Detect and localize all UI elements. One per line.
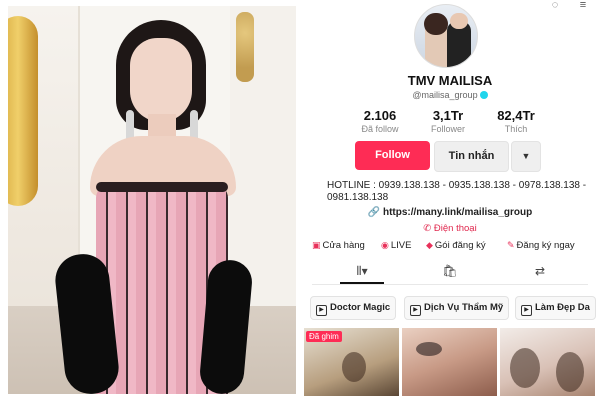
playlist-label: Dịch Vụ Thẩm Mỹ (424, 302, 504, 313)
shortcut-bar: ▣ Cửa hàng ◉ LIVE ◆ Gói đăng ký ✎ Đăng ký ng… (312, 240, 596, 254)
thumbnail-subject (556, 352, 584, 392)
playlist-chip[interactable]: ▶ Làm Đẹp Da (515, 296, 596, 320)
tab-shop[interactable]: 🛍 (430, 264, 470, 278)
video-thumbnail[interactable]: Đã ghim (304, 328, 399, 396)
shop-icon: ▣ (312, 240, 321, 250)
shortcut-label: Cửa hàng (322, 240, 365, 251)
video-grid: Đã ghim (304, 328, 600, 396)
avatar[interactable] (414, 4, 478, 68)
follow-button[interactable]: Follow (355, 141, 430, 170)
verified-badge-icon (479, 90, 488, 99)
stat-value: 82,4Tr (497, 108, 535, 123)
playlist-icon: ▶ (410, 305, 421, 316)
video-thumbnail[interactable] (500, 328, 595, 396)
register-icon: ✎ (507, 240, 515, 250)
video-thumbnail[interactable] (402, 328, 497, 396)
playlist-chip[interactable]: ▶ Dịch Vụ Thẩm Mỹ (404, 296, 510, 320)
avatar-person-right-head (450, 13, 468, 29)
stat-value: 3,1Tr (432, 108, 464, 123)
stat-label: Follower (430, 124, 465, 134)
videos-grid-icon: ⦀▾ (356, 264, 368, 278)
thumbnail-subject (510, 348, 540, 388)
stat-label: Đã follow (361, 124, 399, 134)
handle: @mailisa_group (412, 90, 478, 100)
stat-followers[interactable]: 3,1Tr Follower (413, 108, 483, 135)
notification-icon[interactable]: ◌ (548, 0, 562, 11)
display-name: TMV MAILISA (407, 73, 493, 88)
shortcut-label: Gói đăng ký (434, 240, 486, 251)
shortcut-label: Đăng ký ngay (516, 240, 575, 251)
playlist-icon: ▶ (521, 305, 532, 316)
playlist-label: Doctor Magic (330, 302, 391, 313)
gold-ornament (236, 12, 254, 82)
tab-videos[interactable]: ⦀▾ (342, 264, 382, 279)
menu-icon[interactable]: ≡ (576, 0, 590, 11)
shortcut-live[interactable]: ◉ LIVE (381, 240, 411, 251)
playlist-chip[interactable]: ▶ Doctor Magic (310, 296, 397, 320)
shortcut-label: LIVE (390, 240, 412, 251)
subscription-icon: ◆ (426, 240, 433, 250)
chevron-down-icon: ▼ (521, 151, 531, 161)
playlist-chips: ▶ Doctor Magic ▶ Dịch Vụ Thẩm Mỹ ▶ Làm Đẹp … (308, 296, 598, 320)
phone-icon: ✆ (423, 223, 432, 234)
thumbnail-subject (416, 342, 442, 356)
phone-button[interactable]: ✆ Điện thoại (300, 223, 600, 234)
profile-panel: ◌ ≡ TMV MAILISA @mailisa_group 2.106 Đã … (300, 0, 600, 400)
repost-icon: ⇄ (534, 264, 546, 278)
stat-following[interactable]: 2.106 Đã follow (345, 108, 415, 135)
gold-mirror (8, 16, 38, 206)
playlist-icon: ▶ (316, 305, 327, 316)
bio-link-text: https://many.link/mailisa_group (382, 207, 533, 218)
dress-trim (96, 182, 228, 192)
handle-row: @mailisa_group (300, 90, 600, 100)
message-button[interactable]: Tin nhắn (434, 141, 509, 172)
live-icon: ◉ (381, 240, 389, 250)
avatar-person-left-hair (424, 13, 448, 35)
pinned-badge: Đã ghim (306, 331, 342, 342)
stat-label: Thích (504, 124, 528, 134)
screenshot-frame: ◌ ≡ TMV MAILISA @mailisa_group 2.106 Đã … (0, 0, 600, 400)
shortcut-register[interactable]: ✎ Đăng ký ngay (507, 240, 575, 251)
shortcut-subscription[interactable]: ◆ Gói đăng ký (426, 240, 486, 251)
stat-value: 2.106 (363, 108, 397, 123)
thumbnail-subject (342, 352, 366, 382)
more-dropdown-button[interactable]: ▼ (511, 141, 541, 172)
face (130, 38, 192, 122)
link-icon: 🔗 (367, 207, 381, 218)
bio-text: HOTLINE : 0939.138.138 - 0935.138.138 - … (327, 180, 587, 203)
active-tab-indicator (340, 282, 384, 284)
stat-likes[interactable]: 82,4Tr Thích (481, 108, 551, 135)
shortcut-shop[interactable]: ▣ Cửa hàng (312, 240, 365, 251)
tab-reposts[interactable]: ⇄ (520, 264, 560, 278)
shop-bag-icon: 🛍 (442, 264, 458, 278)
bio-link[interactable]: 🔗 https://many.link/mailisa_group (300, 207, 600, 218)
playlist-label: Làm Đẹp Da (535, 302, 590, 313)
portrait-photo (8, 6, 296, 394)
content-tabs: ⦀▾ 🛍 ⇄ (312, 262, 588, 285)
phone-label: Điện thoại (433, 223, 477, 234)
